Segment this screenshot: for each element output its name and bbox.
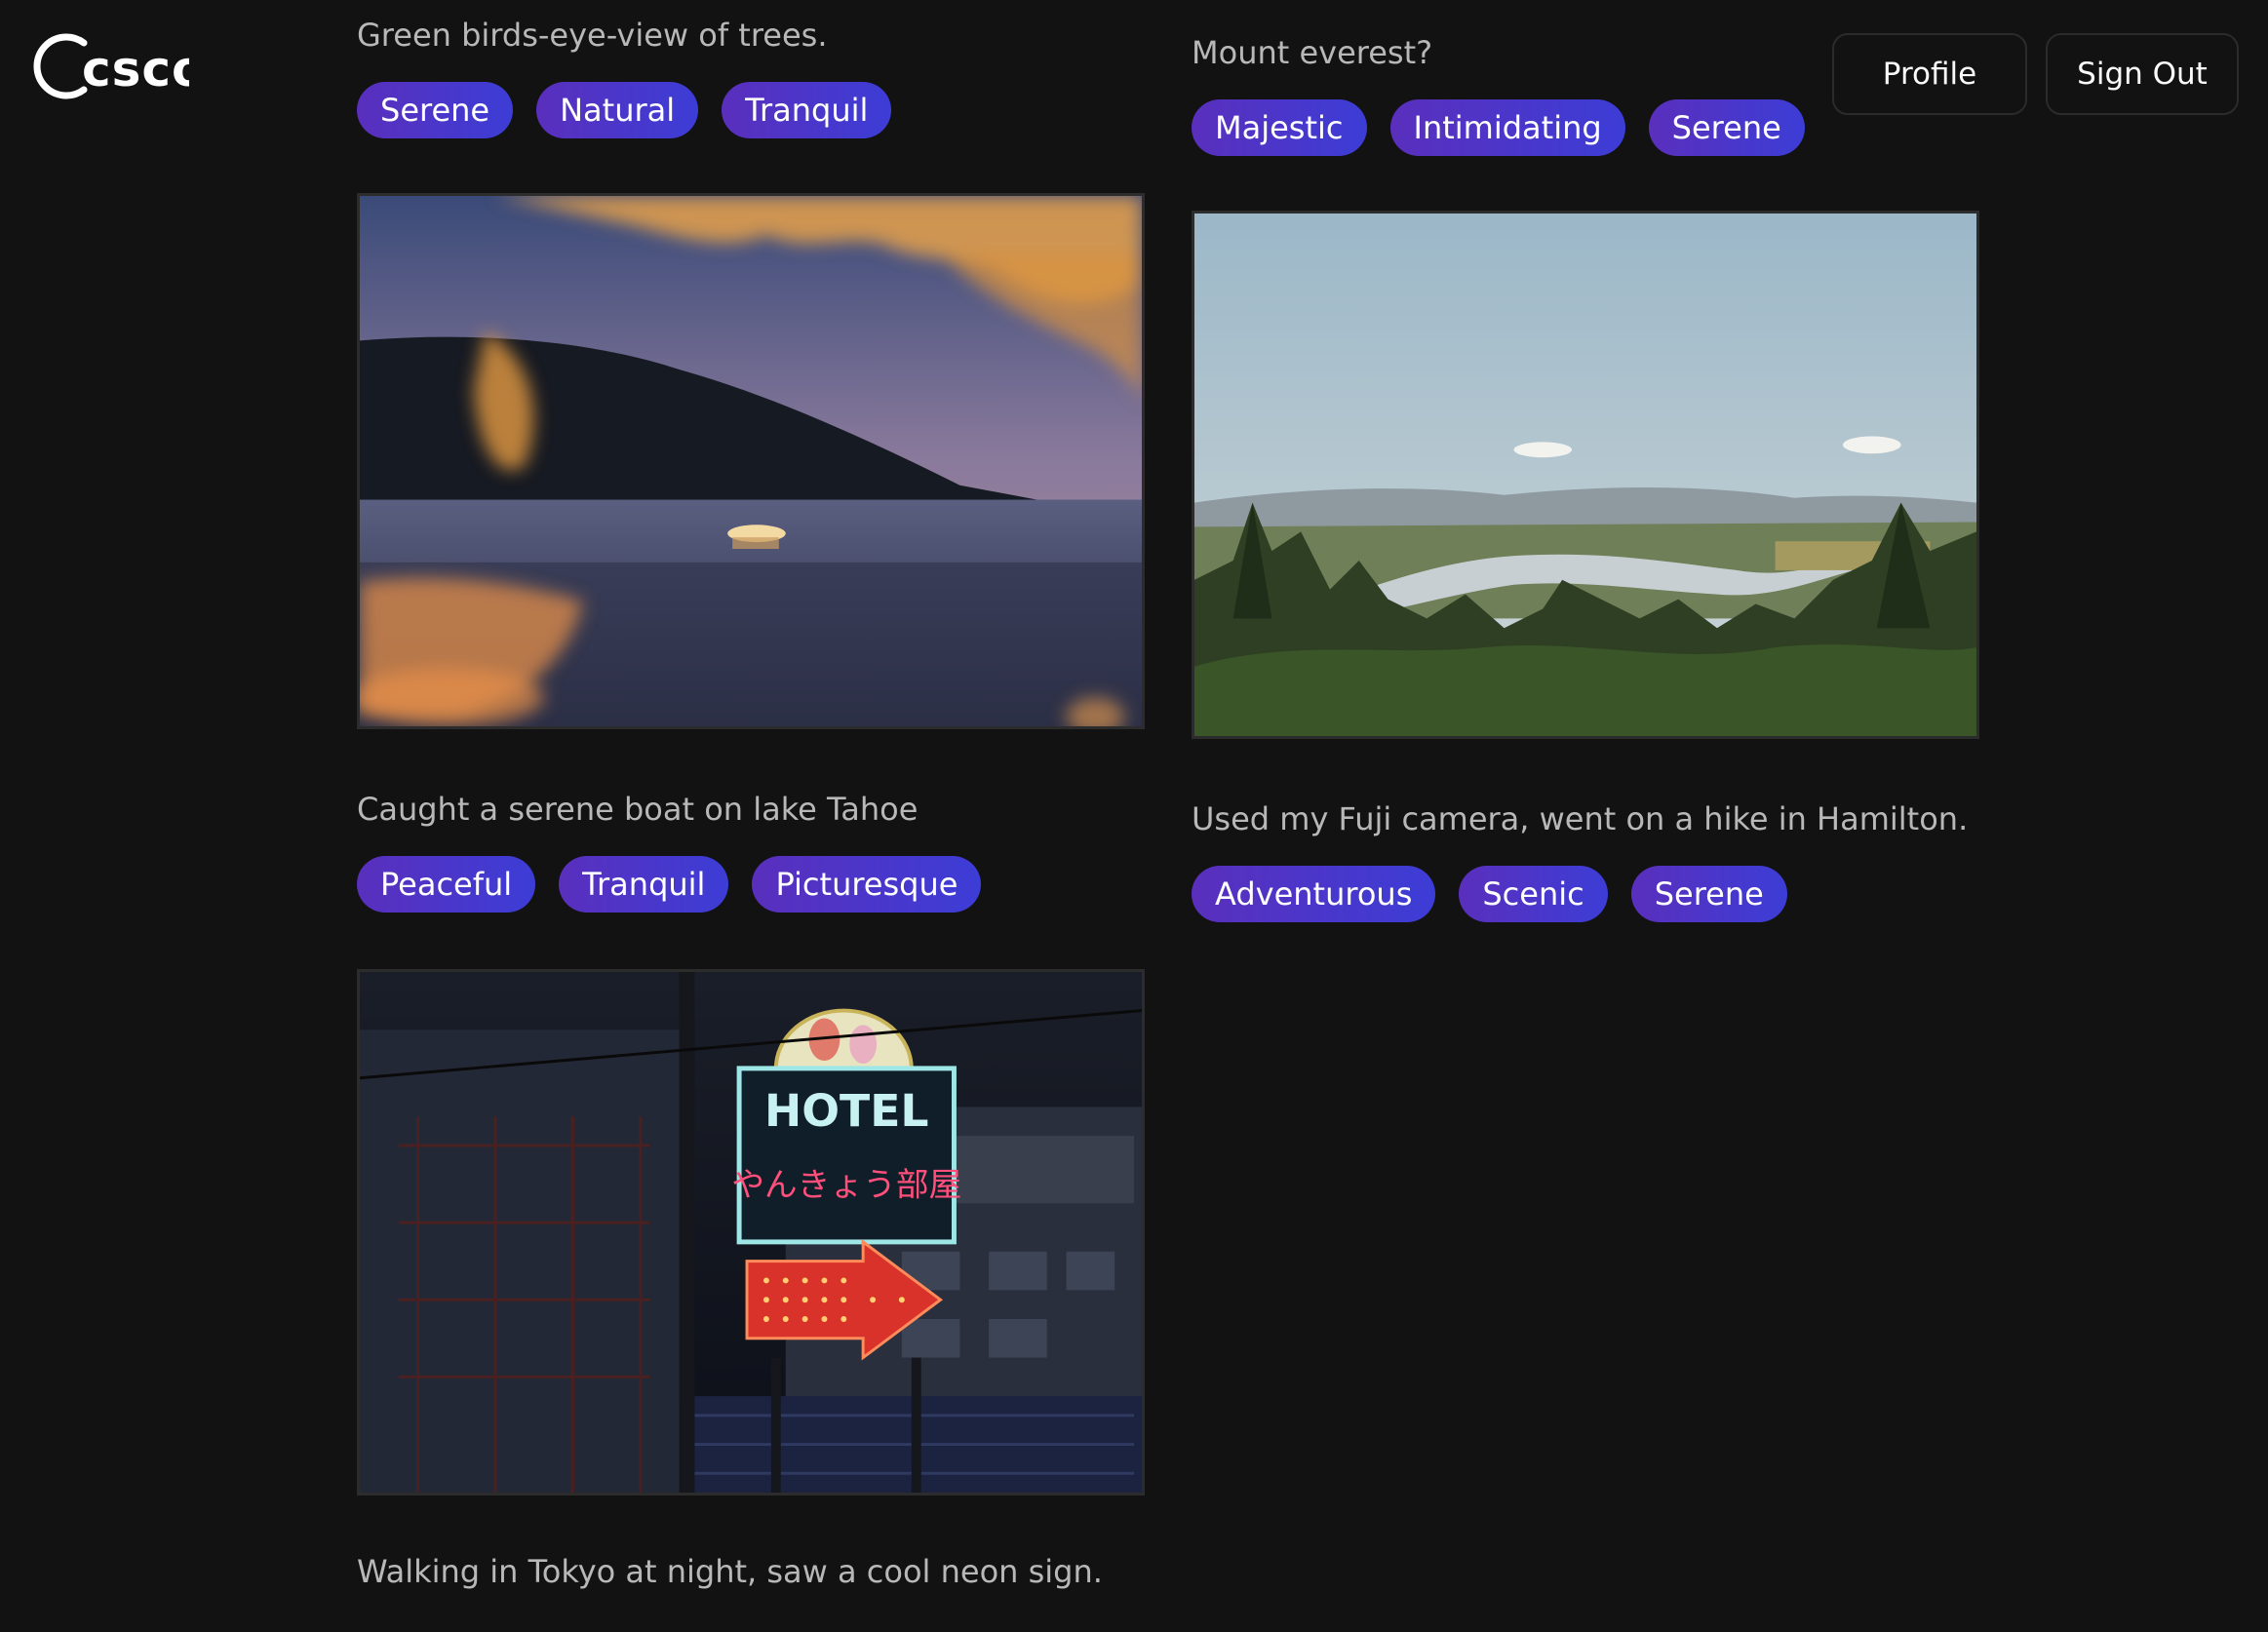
tag-chip[interactable]: Scenic (1459, 866, 1608, 922)
feed-column-left: Green birds-eye-view of trees. Serene Na… (357, 0, 1145, 1591)
logo-text: csco (82, 41, 189, 97)
post-caption: Mount everest? (1192, 34, 1433, 71)
hamilton-valley-photo[interactable] (1192, 211, 1979, 739)
feed-column-right: Mount everest? Majestic Intimidating Ser… (1192, 33, 1979, 922)
tag-chip[interactable]: Serene (1630, 866, 1787, 922)
tag-chip[interactable]: Serene (357, 82, 514, 138)
tag-chip[interactable]: Intimidating (1389, 99, 1625, 156)
tag-list: Adventurous Scenic Serene (1192, 866, 1979, 922)
post-mount-everest: Mount everest? Majestic Intimidating Ser… (1192, 33, 1979, 156)
tag-chip[interactable]: Adventurous (1192, 866, 1436, 922)
tag-chip[interactable]: Natural (536, 82, 699, 138)
post-tokyo-neon: HOTEL やんきょう部屋 Walking in Tokyo at night,… (357, 969, 1145, 1591)
tag-list: Majestic Intimidating Serene (1192, 99, 1979, 156)
lake-tahoe-photo[interactable] (357, 193, 1145, 729)
post-hamilton-hike: Used my Fuji camera, went on a hike in H… (1192, 211, 1979, 922)
tokyo-neon-photo[interactable]: HOTEL やんきょう部屋 (357, 969, 1145, 1496)
tag-list: Serene Natural Tranquil (357, 82, 1145, 138)
tag-chip[interactable]: Tranquil (722, 82, 892, 138)
tag-list: Peaceful Tranquil Picturesque (357, 856, 1145, 913)
tag-chip[interactable]: Tranquil (559, 856, 729, 913)
post-lake-tahoe: Caught a serene boat on lake Tahoe Peace… (357, 193, 1145, 913)
post-caption: Caught a serene boat on lake Tahoe (357, 791, 919, 828)
neon-hotel-text: HOTEL (764, 1085, 928, 1137)
neon-japanese-text: やんきょう部屋 (731, 1165, 961, 1203)
csco-logo[interactable]: csco (33, 29, 189, 103)
tag-chip[interactable]: Serene (1648, 99, 1805, 156)
sign-out-button[interactable]: Sign Out (2046, 33, 2239, 115)
post-caption: Walking in Tokyo at night, saw a cool ne… (357, 1553, 1103, 1590)
tag-chip[interactable]: Picturesque (752, 856, 982, 913)
tag-chip[interactable]: Peaceful (357, 856, 536, 913)
post-caption: Green birds-eye-view of trees. (357, 17, 828, 54)
post-trees: Green birds-eye-view of trees. Serene Na… (357, 16, 1145, 138)
post-caption: Used my Fuji camera, went on a hike in H… (1192, 800, 1969, 837)
tag-chip[interactable]: Majestic (1192, 99, 1367, 156)
